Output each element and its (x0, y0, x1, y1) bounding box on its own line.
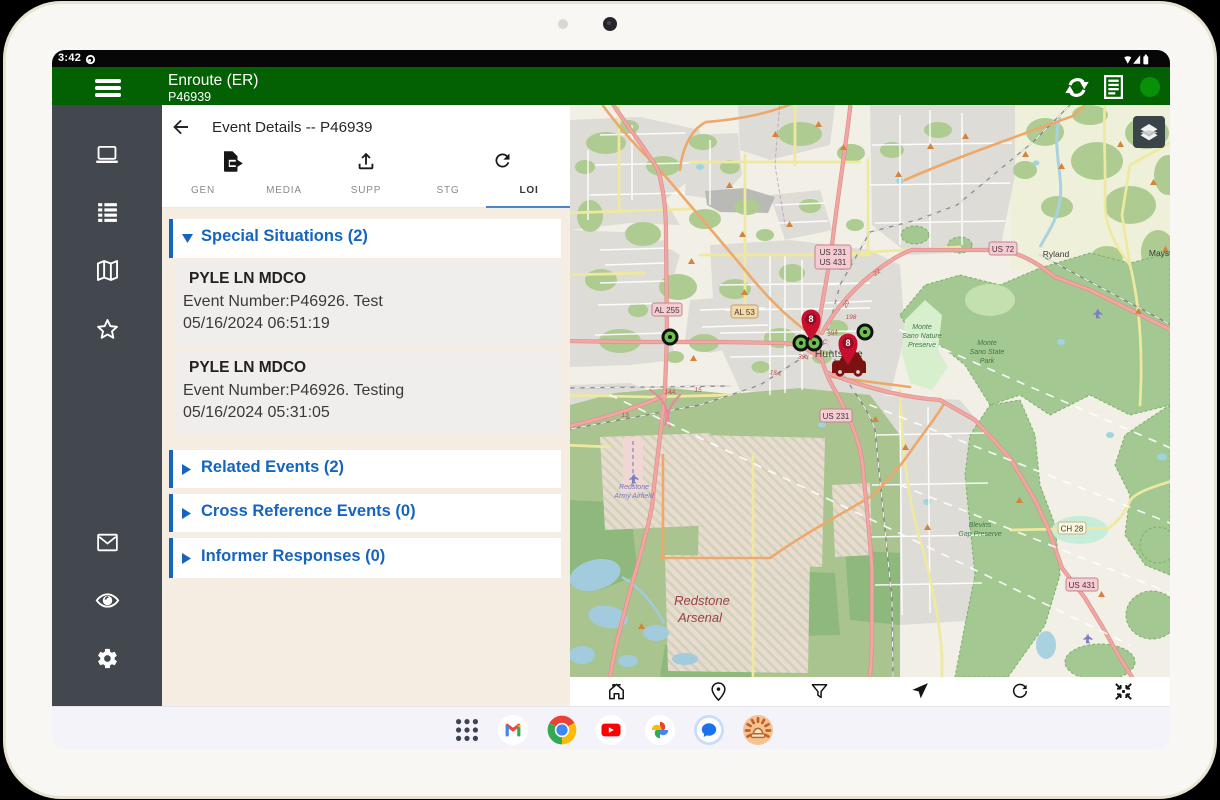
svg-text:US 431: US 431 (1069, 581, 1096, 590)
svg-text:Sano Nature: Sano Nature (902, 333, 941, 340)
svg-text:Arsenal: Arsenal (677, 610, 723, 625)
svg-text:AL 255: AL 255 (654, 306, 680, 315)
svg-text:Redstone: Redstone (619, 484, 649, 491)
svg-text:8: 8 (808, 314, 813, 324)
svg-text:Ryland: Ryland (1043, 249, 1070, 259)
svg-text:Preserve: Preserve (908, 342, 936, 349)
svg-text:198: 198 (846, 314, 857, 321)
svg-text:Redstone: Redstone (674, 593, 730, 608)
svg-text:Maysvill: Maysvill (1149, 248, 1170, 258)
svg-text:US 231: US 231 (820, 248, 847, 257)
svg-text:14A: 14A (664, 389, 676, 396)
svg-text:13: 13 (621, 412, 629, 419)
svg-text:US 431: US 431 (820, 258, 847, 267)
svg-text:AL 53: AL 53 (734, 308, 755, 317)
svg-text:15: 15 (694, 387, 702, 394)
svg-text:CH 28: CH 28 (1061, 525, 1084, 534)
svg-text:Park: Park (980, 358, 995, 365)
svg-text:US 72: US 72 (992, 245, 1015, 254)
svg-text:Monte: Monte (912, 324, 932, 331)
svg-text:Gap Preserve: Gap Preserve (958, 531, 1001, 538)
svg-text:8: 8 (845, 338, 850, 348)
svg-text:US 231: US 231 (823, 412, 850, 421)
svg-text:Sano State: Sano State (970, 349, 1005, 356)
svg-text:Monte: Monte (977, 340, 997, 347)
svg-text:Blevins: Blevins (969, 522, 992, 529)
svg-text:Army Airfield: Army Airfield (613, 493, 655, 500)
